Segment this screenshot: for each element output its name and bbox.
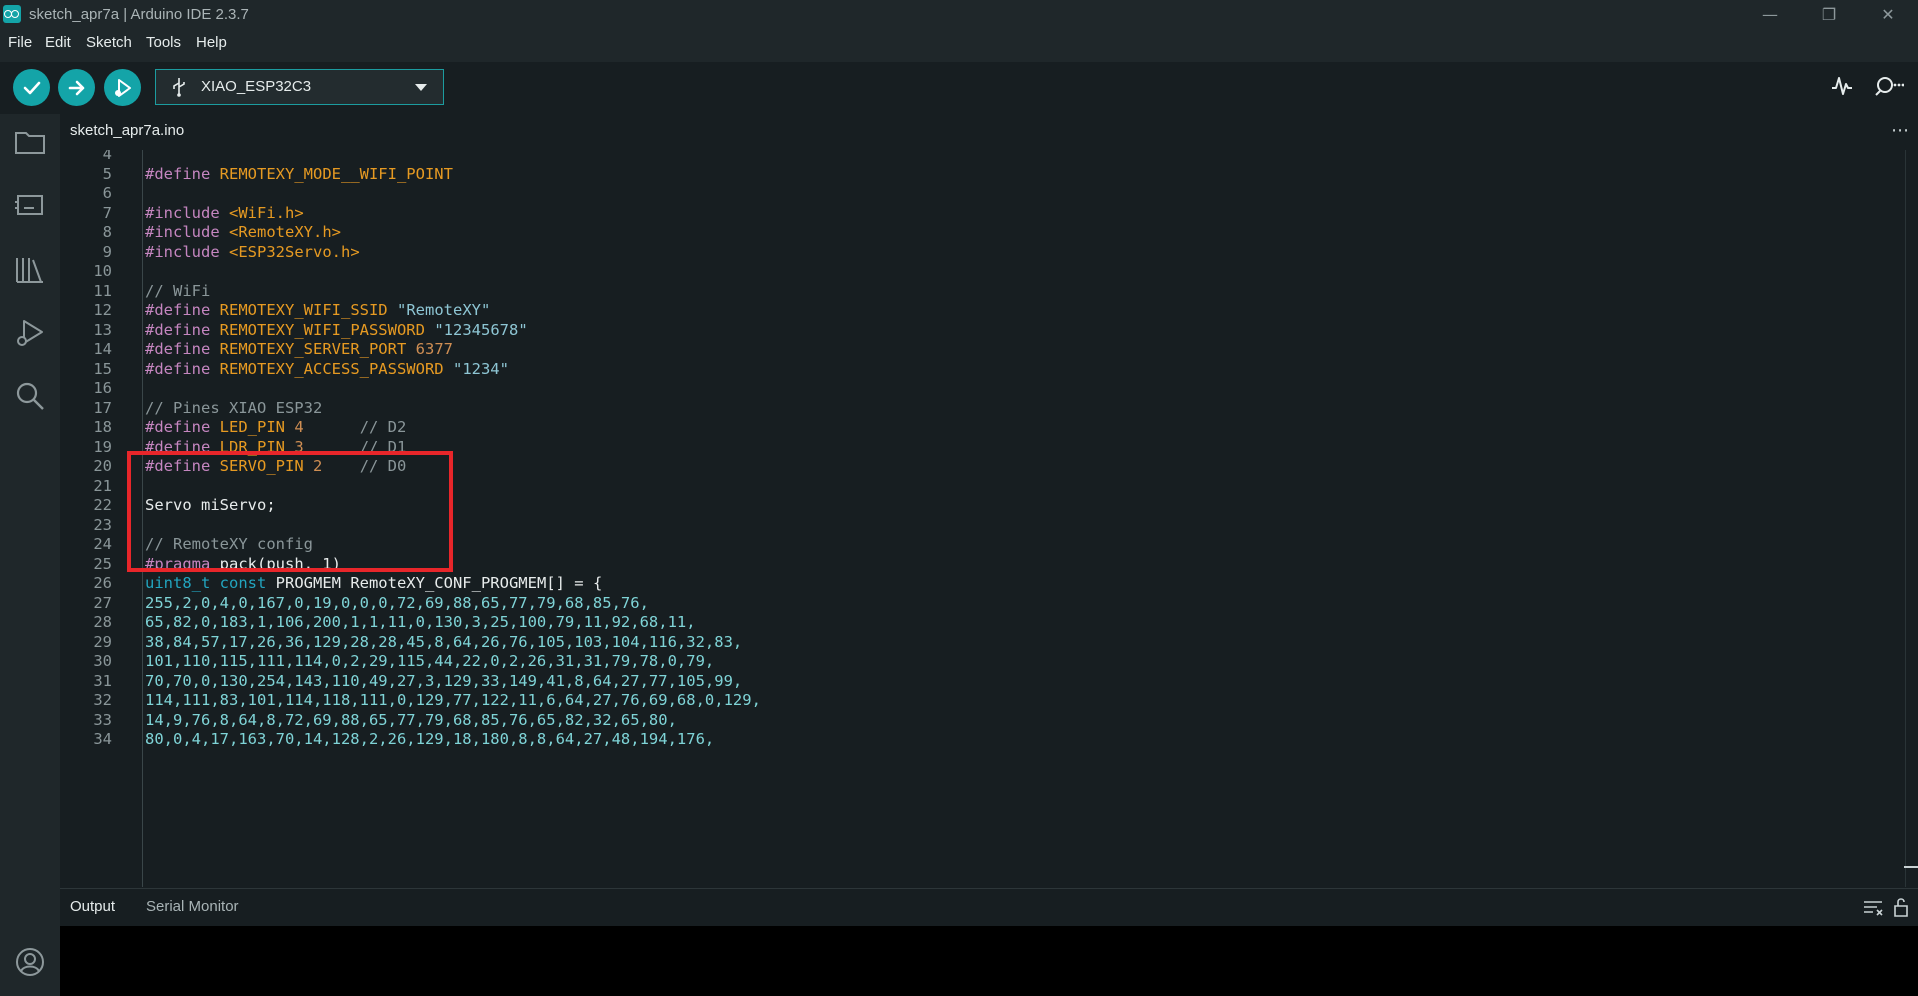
menu-tools[interactable]: Tools <box>146 34 181 51</box>
menu-file[interactable]: File <box>8 34 32 51</box>
verify-button[interactable] <box>13 69 50 106</box>
toolbar: XIAO_ESP32C3 <box>0 62 1918 114</box>
tab-sketch-file[interactable]: sketch_apr7a.ino <box>70 122 184 139</box>
chevron-down-icon <box>415 84 427 91</box>
line-number: 34 <box>93 730 112 748</box>
usb-icon <box>173 78 185 97</box>
arrow-right-icon <box>68 80 84 95</box>
output-console[interactable] <box>60 926 1918 996</box>
code-line[interactable]: 34 80,0,4,17,163,70,14,128,2,26,129,18,18… <box>60 727 1918 751</box>
debug-icon <box>114 78 131 97</box>
menu-edit[interactable]: Edit <box>45 34 71 51</box>
bottom-panel-bar: Output Serial Monitor <box>60 888 1918 927</box>
tab-serial-monitor[interactable]: Serial Monitor <box>146 898 239 915</box>
boards-manager-icon[interactable] <box>12 187 48 223</box>
more-options-icon[interactable]: ⋯ <box>1891 120 1910 141</box>
sketchbook-folder-icon[interactable] <box>12 124 48 160</box>
highlight-annotation-box <box>127 451 453 572</box>
minimize-icon[interactable]: — <box>1741 0 1799 29</box>
title-bar: sketch_apr7a | Arduino IDE 2.3.7 — ❐ ✕ <box>0 0 1918 29</box>
scroll-position-marker[interactable] <box>1904 866 1918 868</box>
checkmark-icon <box>23 81 40 94</box>
library-manager-icon[interactable] <box>12 252 48 288</box>
code-text: 80,0,4,17,163,70,14,128,2,26,129,18,180,… <box>145 730 715 748</box>
close-icon[interactable]: ✕ <box>1859 0 1917 29</box>
menu-sketch[interactable]: Sketch <box>86 34 132 51</box>
upload-button[interactable] <box>58 69 95 106</box>
arduino-logo-icon <box>3 5 21 23</box>
serial-monitor-icon[interactable] <box>1874 74 1905 102</box>
account-icon[interactable] <box>12 944 48 980</box>
serial-plotter-icon[interactable] <box>1830 74 1854 102</box>
window-title: sketch_apr7a | Arduino IDE 2.3.7 <box>29 6 249 23</box>
restore-icon[interactable]: ❐ <box>1800 0 1858 29</box>
clear-output-icon[interactable] <box>1863 899 1883 917</box>
debug-panel-icon[interactable] <box>12 315 48 351</box>
vertical-scrollbar[interactable] <box>1905 150 1906 887</box>
code-editor[interactable]: 4 5 #define REMOTEXY_MODE__WIFI_POINT 6 7 #in… <box>60 150 1918 887</box>
search-icon[interactable] <box>12 378 48 414</box>
menu-bar: File Edit Sketch Tools Help <box>0 29 1918 62</box>
board-name: XIAO_ESP32C3 <box>201 78 312 95</box>
board-selector[interactable]: XIAO_ESP32C3 <box>155 69 444 105</box>
tab-output[interactable]: Output <box>70 898 115 915</box>
debug-button[interactable] <box>104 69 141 106</box>
sidebar <box>0 114 60 996</box>
editor-tab-bar: sketch_apr7a.ino ⋯ <box>60 114 1918 150</box>
unlock-icon[interactable] <box>1892 897 1910 917</box>
menu-help[interactable]: Help <box>196 34 227 51</box>
